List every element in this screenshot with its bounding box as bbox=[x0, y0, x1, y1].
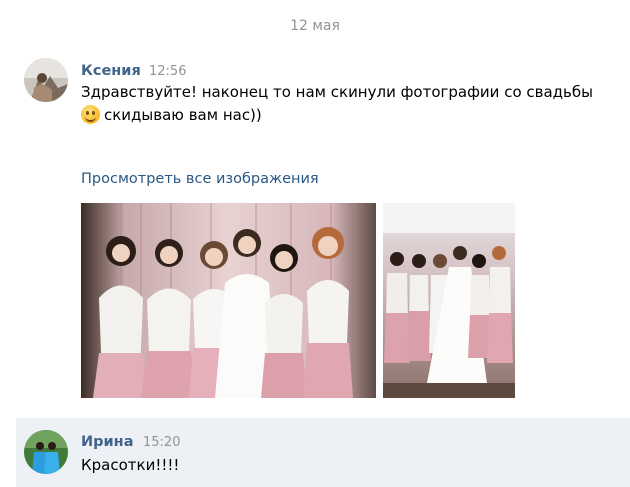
smiling-face-emoji-icon bbox=[81, 105, 100, 124]
avatar-photo-icon bbox=[24, 430, 68, 474]
avatar-kseniya[interactable] bbox=[24, 58, 68, 102]
date-separator: 12 мая bbox=[290, 18, 340, 34]
bridesmaids-photo-image bbox=[81, 203, 376, 398]
message-text-line2-wrap: скидываю вам нас)) bbox=[81, 104, 601, 127]
avatar-irina[interactable] bbox=[24, 430, 68, 474]
message-author[interactable]: Ксения bbox=[81, 63, 141, 79]
avatar-photo-icon bbox=[24, 58, 68, 102]
attached-photo-1[interactable] bbox=[81, 203, 376, 398]
attached-photo-2[interactable] bbox=[383, 203, 515, 398]
message-time[interactable]: 12:56 bbox=[149, 64, 186, 79]
wedding-group-photo-image bbox=[383, 203, 515, 398]
message-text-line1: Здравствуйте! наконец то нам скинули фот… bbox=[81, 83, 593, 101]
message-text: Здравствуйте! наконец то нам скинули фот… bbox=[81, 81, 601, 127]
message-author[interactable]: Ирина bbox=[81, 434, 133, 450]
message-text-line2: скидываю вам нас)) bbox=[104, 106, 262, 124]
message-time[interactable]: 15:20 bbox=[143, 435, 180, 450]
view-all-images-link[interactable]: Просмотреть все изображения bbox=[81, 171, 319, 187]
message-text: Красотки!!!! bbox=[81, 456, 180, 474]
